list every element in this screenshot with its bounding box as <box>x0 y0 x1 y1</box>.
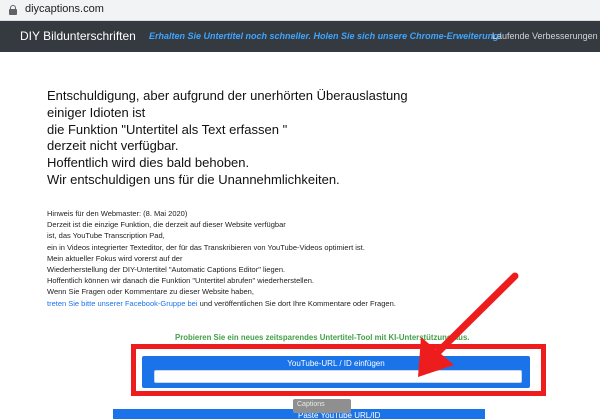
red-arrow-icon <box>418 272 519 377</box>
captions-button-label: Captions <box>297 401 325 408</box>
captions-button[interactable]: Captions <box>293 399 351 413</box>
